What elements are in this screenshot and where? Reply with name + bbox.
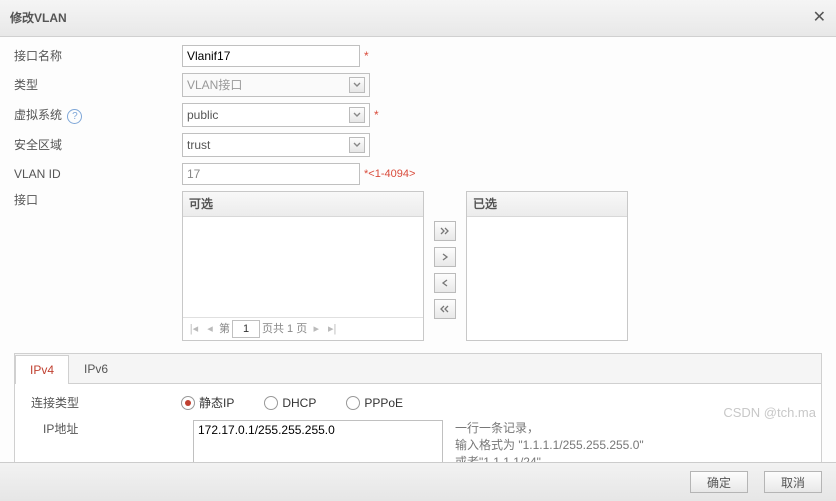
ip-address-textarea[interactable]	[193, 420, 443, 462]
available-listbox[interactable]: 可选 |◂ ◂ 第 页共 1 页 ▸ ▸|	[182, 191, 424, 341]
chevron-down-icon	[349, 137, 365, 153]
cancel-button[interactable]: 取消	[764, 471, 822, 493]
available-list-body	[183, 217, 423, 317]
zone-select[interactable]: trust	[182, 133, 370, 157]
pager: |◂ ◂ 第 页共 1 页 ▸ ▸|	[183, 317, 423, 340]
radio-pppoe[interactable]: PPPoE	[346, 394, 403, 412]
dialog-title: 修改VLAN	[10, 9, 67, 27]
available-header: 可选	[183, 192, 423, 217]
page-number-input[interactable]	[232, 320, 260, 338]
required-mark: *	[374, 106, 379, 124]
move-right-button[interactable]	[434, 247, 456, 267]
tab-ipv4[interactable]: IPv4	[15, 355, 69, 384]
required-mark: *	[364, 47, 369, 65]
selected-header: 已选	[467, 192, 627, 217]
ok-button[interactable]: 确定	[690, 471, 748, 493]
interface-name-input[interactable]	[182, 45, 360, 67]
move-all-right-button[interactable]	[434, 221, 456, 241]
connection-type-label: 连接类型	[31, 394, 181, 412]
vsys-select[interactable]: public	[182, 103, 370, 127]
radio-icon	[264, 396, 278, 410]
tab-ipv6[interactable]: IPv6	[69, 354, 123, 383]
ip-tabs-panel: IPv4 IPv6 连接类型 静态IP DHCP PPPoE IP地址 一行一	[14, 353, 822, 462]
help-icon[interactable]: ?	[67, 109, 82, 124]
page-first-icon[interactable]: |◂	[187, 321, 201, 338]
close-icon[interactable]: ✕	[813, 6, 826, 30]
chevron-down-icon	[349, 107, 365, 123]
selected-list-body	[467, 217, 627, 340]
zone-select-value: trust	[187, 136, 210, 154]
move-all-left-button[interactable]	[434, 299, 456, 319]
move-left-button[interactable]	[434, 273, 456, 293]
page-prev-icon[interactable]: ◂	[203, 321, 217, 338]
chevron-down-icon	[349, 77, 365, 93]
ip-hint: 一行一条记录， 输入格式为 "1.1.1.1/255.255.255.0" 或者…	[455, 420, 644, 462]
tab-ipv4-body: 连接类型 静态IP DHCP PPPoE IP地址 一行一条记录， 输入格式为 …	[15, 384, 821, 462]
titlebar: 修改VLAN ✕	[0, 0, 836, 37]
port-shuttle: 可选 |◂ ◂ 第 页共 1 页 ▸ ▸|	[182, 191, 628, 341]
port-label: 接口	[14, 191, 182, 209]
radio-icon	[181, 396, 195, 410]
modify-vlan-dialog: 修改VLAN ✕ 接口名称 * 类型 VLAN接口 虚拟系统 ? public	[0, 0, 836, 501]
page-next-icon[interactable]: ▸	[309, 321, 323, 338]
type-select: VLAN接口	[182, 73, 370, 97]
dialog-body: 接口名称 * 类型 VLAN接口 虚拟系统 ? public * 安全区域	[0, 37, 836, 462]
pager-suffix: 页共 1 页	[262, 321, 307, 338]
selected-listbox[interactable]: 已选	[466, 191, 628, 341]
vsys-label: 虚拟系统 ?	[14, 106, 182, 124]
dialog-footer: 确定 取消	[0, 462, 836, 501]
connection-type-radios: 静态IP DHCP PPPoE	[181, 394, 403, 412]
interface-name-label: 接口名称	[14, 47, 182, 65]
radio-icon	[346, 396, 360, 410]
shuttle-buttons	[434, 221, 456, 341]
type-select-value: VLAN接口	[187, 76, 242, 94]
vlan-id-input	[182, 163, 360, 185]
radio-dhcp[interactable]: DHCP	[264, 394, 316, 412]
page-last-icon[interactable]: ▸|	[325, 321, 339, 338]
pager-prefix: 第	[219, 321, 230, 338]
vsys-select-value: public	[187, 106, 218, 124]
radio-static[interactable]: 静态IP	[181, 394, 234, 412]
zone-label: 安全区域	[14, 136, 182, 154]
tabs: IPv4 IPv6	[15, 354, 821, 384]
vlan-id-label: VLAN ID	[14, 165, 182, 183]
type-label: 类型	[14, 76, 182, 94]
ip-address-label: IP地址	[31, 420, 193, 438]
vlan-id-hint: *<1-4094>	[364, 166, 415, 183]
